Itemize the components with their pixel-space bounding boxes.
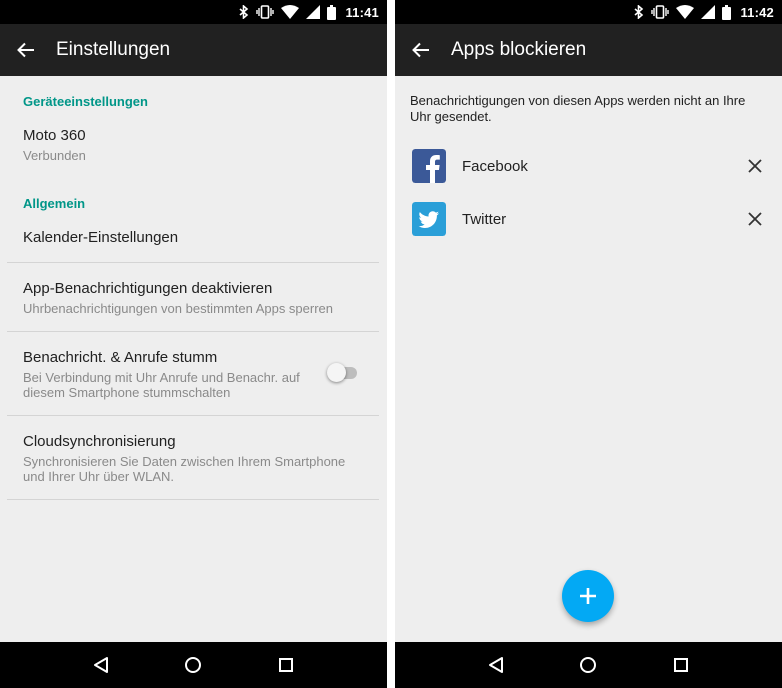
settings-item-title: Cloudsynchronisierung [23,433,176,450]
description-line: Uhr gesendet. [410,109,492,124]
twitter-icon [412,202,446,236]
status-time: 11:41 [345,4,379,20]
section-header-device: Geräteeinstellungen [23,94,148,109]
circle-home-icon [185,657,202,673]
nav-recents-button[interactable] [266,645,306,685]
settings-item-app-notifications[interactable]: App-Benachrichtigungen deaktivieren Uhrb… [0,280,387,316]
description-line: Benachrichtigungen von diesen Apps werde… [410,93,746,108]
blocked-app-row-facebook: Facebook [395,146,782,186]
settings-item-title: Moto 360 [23,127,86,144]
back-button[interactable] [395,24,447,76]
summary-line: Synchronisieren Sie Daten zwischen Ihrem… [23,454,346,469]
nav-recents-button[interactable] [661,645,701,685]
divider [7,415,379,416]
square-recents-icon [673,658,688,672]
settings-item-summary: Uhrbenachrichtigungen von bestimmten App… [23,301,334,316]
settings-item-title: App-Benachrichtigungen deaktivieren [23,280,273,297]
square-recents-icon [278,658,293,672]
navigation-bar [0,642,387,688]
status-bar: 11:41 [0,0,387,24]
add-app-button[interactable] [562,570,614,622]
close-icon [748,212,762,226]
summary-line: diesem Smartphone stummschalten [23,385,231,400]
battery-icon [327,4,337,20]
battery-icon [722,4,732,20]
settings-item-calendar[interactable]: Kalender-Einstellungen [0,229,387,246]
signal-icon [701,5,716,19]
triangle-back-icon [489,657,504,673]
blocked-app-name: Facebook [462,157,528,175]
settings-item-cloud-sync[interactable]: Cloudsynchronisierung Synchronisieren Si… [0,433,387,484]
summary-line: und Ihrer Uhr über WLAN. [23,469,175,484]
settings-item-moto360[interactable]: Moto 360 Verbunden [0,127,387,163]
page-title: Apps blockieren [451,39,587,60]
plus-icon [580,588,596,604]
vibrate-icon [651,5,670,19]
status-time: 11:42 [740,4,774,20]
close-icon [748,159,762,173]
vibrate-icon [256,5,275,19]
settings-screen: 11:41 Einstellungen Geräteeinstellungen … [0,0,387,688]
remove-twitter-button[interactable] [742,206,768,232]
triangle-back-icon [94,657,109,673]
navigation-bar [395,642,782,688]
settings-item-summary: Verbunden [23,148,86,163]
wifi-icon [281,5,300,19]
arrow-back-icon [17,42,34,58]
nav-back-button[interactable] [476,645,516,685]
signal-icon [306,5,321,19]
blocked-app-row-twitter: Twitter [395,199,782,239]
divider [7,331,379,332]
settings-item-title: Kalender-Einstellungen [23,229,179,246]
divider [7,499,379,500]
arrow-back-icon [412,42,429,58]
nav-home-button[interactable] [568,645,608,685]
nav-back-button[interactable] [81,645,121,685]
app-bar: Apps blockieren [395,24,782,76]
page-title: Einstellungen [56,39,171,60]
facebook-icon [412,149,446,183]
mute-toggle[interactable] [327,362,357,382]
blocked-app-name: Twitter [462,210,507,228]
section-header-general: Allgemein [23,196,86,211]
remove-facebook-button[interactable] [742,153,768,179]
wifi-icon [676,5,695,19]
toggle-thumb [327,363,346,382]
app-bar: Einstellungen [0,24,387,76]
block-apps-screen: 11:42 Apps blockieren Benachrichtigungen… [395,0,782,688]
back-button[interactable] [0,24,52,76]
bluetooth-icon [634,5,644,19]
settings-item-summary: Synchronisieren Sie Daten zwischen Ihrem… [23,454,387,484]
blocked-apps-description: Benachrichtigungen von diesen Apps werde… [410,93,770,125]
status-bar: 11:42 [395,0,782,24]
nav-home-button[interactable] [173,645,213,685]
bluetooth-icon [239,5,249,19]
circle-home-icon [580,657,597,673]
divider [7,262,379,263]
